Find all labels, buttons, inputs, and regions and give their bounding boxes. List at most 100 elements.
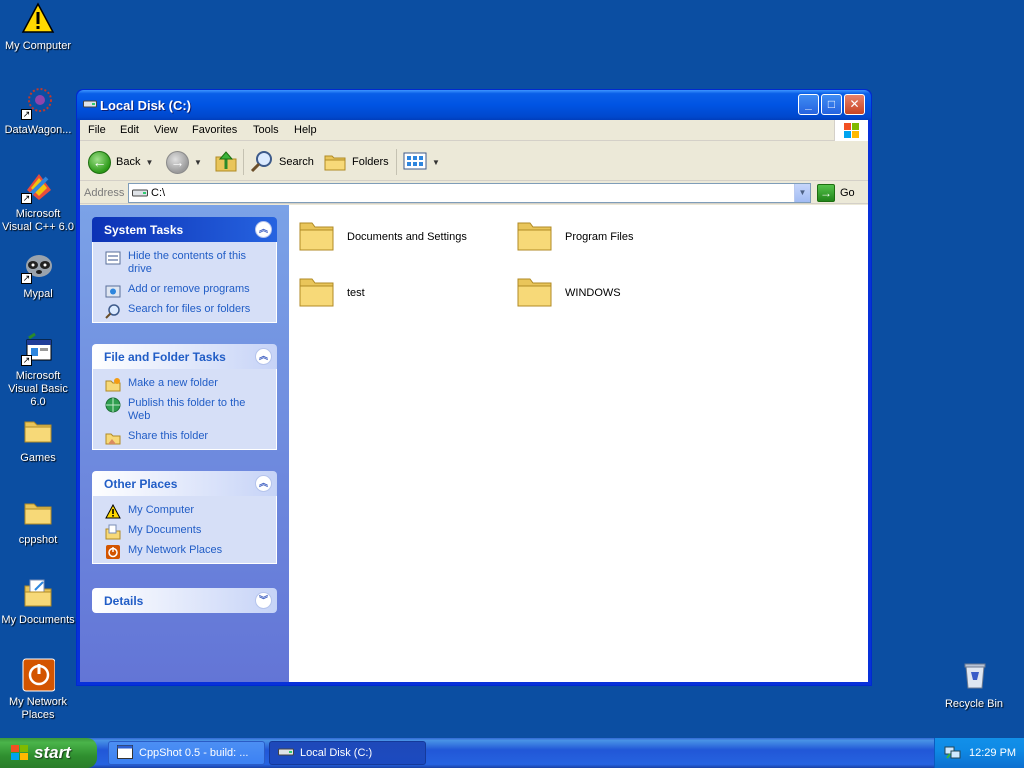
folder-icon bbox=[515, 215, 555, 258]
desktop-icon-recycle-bin[interactable]: Recycle Bin bbox=[936, 660, 1012, 711]
address-bar: Address C:\ ▼ → Go bbox=[80, 182, 868, 204]
desktop-icon-label: My Computer bbox=[4, 40, 72, 52]
folder-item[interactable]: Documents and Settings bbox=[297, 215, 467, 258]
address-input[interactable]: C:\ ▼ bbox=[128, 183, 811, 203]
folder-icon bbox=[297, 271, 337, 314]
chevron-down-icon[interactable]: ︾ bbox=[255, 592, 272, 609]
desktop-icon-label: My Documents bbox=[1, 614, 75, 626]
go-label: Go bbox=[840, 187, 855, 199]
back-button[interactable]: ← Back ▼ bbox=[88, 149, 153, 175]
toolbar-separator bbox=[243, 149, 244, 175]
menu-edit[interactable]: Edit bbox=[120, 124, 139, 136]
hide-contents-icon bbox=[105, 250, 121, 266]
folder-item[interactable]: WINDOWS bbox=[515, 271, 621, 314]
chevron-up-icon[interactable]: ︽ bbox=[255, 475, 272, 492]
menu-file[interactable]: File bbox=[88, 124, 106, 136]
taskbar-button-label: CppShot 0.5 - build: ... bbox=[139, 747, 249, 759]
datawagon-icon: ↗ bbox=[21, 86, 55, 120]
toolbar-separator bbox=[396, 149, 397, 175]
menu-tools[interactable]: Tools bbox=[253, 124, 279, 136]
desktop-icon-visual-cpp[interactable]: ↗ Microsoft Visual C++ 6.0 bbox=[0, 170, 76, 234]
task-add-remove-programs[interactable]: Add or remove programs bbox=[105, 283, 270, 299]
desktop-icon-cppshot[interactable]: cppshot bbox=[0, 496, 76, 547]
folder-name: Program Files bbox=[565, 230, 634, 243]
desktop-icon-games[interactable]: Games bbox=[0, 414, 76, 465]
start-button[interactable]: start bbox=[0, 738, 97, 768]
desktop-icon-my-computer[interactable]: My Computer bbox=[0, 2, 76, 53]
taskbar-button-local-disk[interactable]: Local Disk (C:) bbox=[269, 741, 426, 765]
task-search-files[interactable]: Search for files or folders bbox=[105, 303, 270, 319]
place-my-documents[interactable]: My Documents bbox=[105, 524, 270, 540]
chevron-up-icon[interactable]: ︽ bbox=[255, 221, 272, 238]
share-folder-icon bbox=[105, 430, 121, 446]
minimize-button[interactable]: _ bbox=[798, 94, 819, 115]
task-share-folder[interactable]: Share this folder bbox=[105, 430, 270, 446]
folder-item[interactable]: test bbox=[297, 271, 365, 314]
desktop-icon-label: Microsoft Visual C++ 6.0 bbox=[2, 208, 74, 233]
desktop-icon-label: Recycle Bin bbox=[944, 698, 1004, 710]
taskbar-button-label: Local Disk (C:) bbox=[300, 747, 373, 759]
menu-favorites[interactable]: Favorites bbox=[192, 124, 237, 136]
warning-icon bbox=[105, 503, 121, 520]
window-titlebar[interactable]: Local Disk (C:) _ □ ✕ bbox=[77, 90, 871, 120]
up-folder-icon bbox=[214, 149, 238, 176]
maximize-button[interactable]: □ bbox=[821, 94, 842, 115]
desktop-icon-mypal[interactable]: ↗ Mypal bbox=[0, 250, 76, 301]
windows-logo-icon bbox=[10, 744, 30, 767]
window-client: File Edit View Favorites Tools Help ← Ba… bbox=[80, 120, 868, 682]
warning-icon bbox=[21, 2, 55, 36]
address-value: C:\ bbox=[151, 187, 166, 199]
menu-view[interactable]: View bbox=[154, 124, 178, 136]
place-my-network-places[interactable]: My Network Places bbox=[105, 544, 270, 559]
system-tasks-header[interactable]: System Tasks ︽ bbox=[92, 217, 277, 242]
task-make-new-folder[interactable]: Make a new folder bbox=[105, 377, 270, 392]
start-label: start bbox=[34, 743, 71, 762]
go-arrow-icon: → bbox=[817, 184, 835, 202]
file-folder-tasks-header[interactable]: File and Folder Tasks ︽ bbox=[92, 344, 277, 369]
folders-label: Folders bbox=[352, 156, 389, 168]
my-documents-icon bbox=[105, 524, 121, 540]
folders-icon bbox=[323, 149, 347, 176]
back-arrow-icon: ← bbox=[88, 150, 111, 174]
taskbar-button-cppshot[interactable]: CppShot 0.5 - build: ... bbox=[108, 741, 265, 765]
forward-button[interactable]: → ▼ bbox=[166, 149, 202, 175]
up-folder-button[interactable] bbox=[214, 149, 238, 175]
desktop-icon-label: DataWagon... bbox=[4, 124, 72, 136]
desktop-icon-my-network-places[interactable]: My Network Places bbox=[0, 658, 76, 722]
add-remove-programs-icon bbox=[105, 283, 121, 299]
address-dropdown-button[interactable]: ▼ bbox=[794, 184, 810, 202]
place-my-computer[interactable]: My Computer bbox=[105, 503, 270, 520]
desktop-icon-datawagon[interactable]: ↗ DataWagon... bbox=[0, 86, 76, 137]
globe-icon bbox=[105, 397, 121, 413]
desktop-icon-label: cppshot bbox=[18, 534, 58, 546]
drive-icon bbox=[132, 187, 148, 202]
views-button[interactable]: ▼ bbox=[403, 149, 440, 175]
chevron-down-icon: ▼ bbox=[432, 157, 440, 167]
menu-help[interactable]: Help bbox=[294, 124, 317, 136]
shortcut-arrow-icon: ↗ bbox=[21, 273, 32, 284]
folders-button[interactable]: Folders bbox=[323, 149, 389, 175]
desktop-icon-label: Games bbox=[20, 452, 56, 464]
file-folder-tasks-body: Make a new folder Publish this folder to… bbox=[92, 369, 277, 450]
task-publish-folder-web[interactable]: Publish this folder to the Web bbox=[105, 397, 270, 423]
details-header[interactable]: Details ︾ bbox=[92, 588, 277, 613]
search-button[interactable]: Search bbox=[250, 149, 314, 175]
drive-icon bbox=[83, 98, 97, 113]
clock[interactable]: 12:29 PM bbox=[969, 747, 1016, 759]
folder-item[interactable]: Program Files bbox=[515, 215, 633, 258]
desktop-icon-my-documents[interactable]: My Documents bbox=[0, 576, 76, 627]
folder-icon bbox=[21, 496, 55, 530]
network-tray-icon[interactable] bbox=[944, 745, 962, 764]
task-hide-drive-contents[interactable]: Hide the contents of this drive bbox=[105, 250, 270, 276]
desktop-icon-visual-basic[interactable]: ↗ Microsoft Visual Basic 6.0 bbox=[0, 332, 76, 409]
desktop-icon-label: Microsoft Visual Basic 6.0 bbox=[8, 370, 68, 408]
go-button[interactable]: → Go bbox=[817, 183, 855, 203]
desktop-icon-label: My Network Places bbox=[8, 696, 68, 721]
toolbar: ← Back ▼ → ▼ Search Folders ▼ bbox=[80, 142, 868, 181]
close-button[interactable]: ✕ bbox=[844, 94, 865, 115]
search-icon bbox=[250, 149, 274, 176]
other-places-header[interactable]: Other Places ︽ bbox=[92, 471, 277, 496]
shortcut-arrow-icon: ↗ bbox=[21, 355, 32, 366]
chevron-up-icon[interactable]: ︽ bbox=[255, 348, 272, 365]
system-tasks-panel: System Tasks ︽ Hide the contents of this… bbox=[92, 217, 277, 323]
